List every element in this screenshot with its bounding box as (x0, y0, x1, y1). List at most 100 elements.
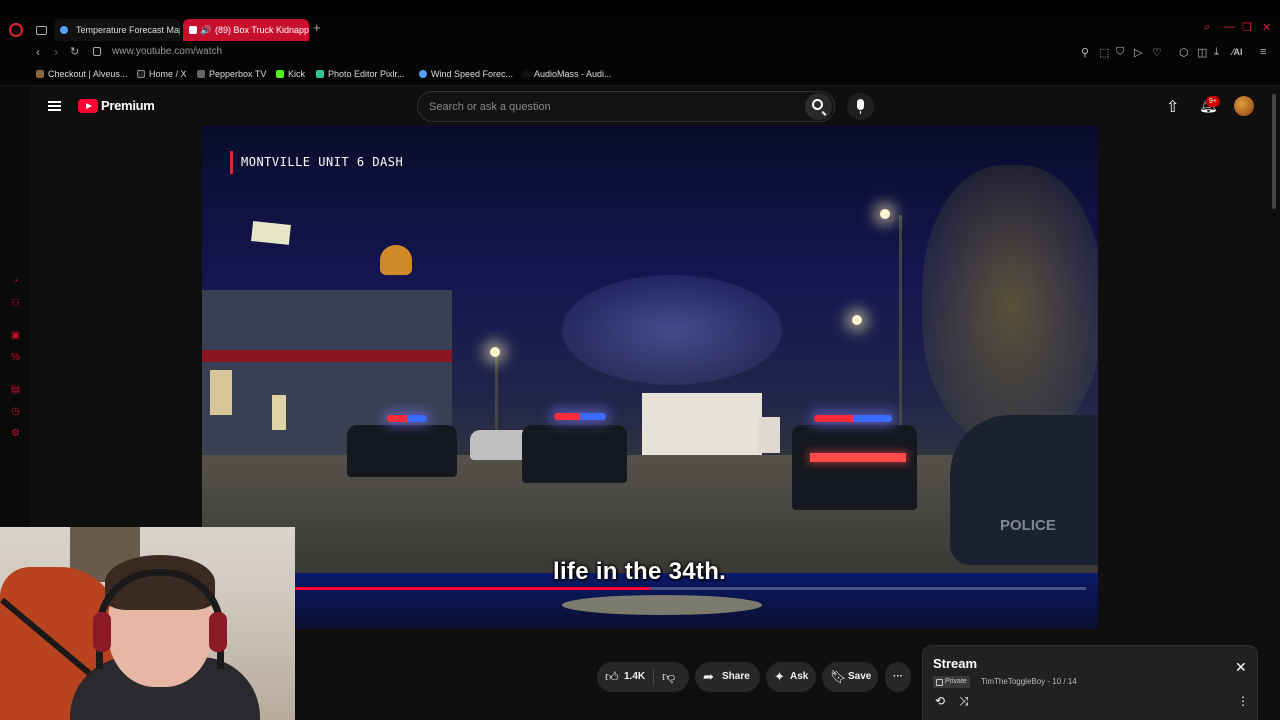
settings-icon[interactable]: ⚙ (10, 428, 21, 439)
save-button[interactable]: 🔖︎ Save (822, 662, 878, 692)
youtube-logo-icon[interactable] (78, 99, 98, 113)
pinboard-icon[interactable]: ▤ (10, 384, 21, 395)
bookmark-item[interactable]: Pepperbox TV (197, 69, 266, 79)
tab-youtube-active[interactable]: 🔊 (89) Box Truck Kidnapp (183, 19, 309, 41)
video-caption: life in the 34th. (553, 558, 727, 585)
weather-favicon-icon (60, 26, 68, 34)
new-tab-button[interactable]: + (313, 20, 321, 35)
twitch-icon[interactable]: ▣ (10, 330, 21, 341)
taillights (810, 453, 906, 462)
share-label: Share (722, 671, 750, 682)
lock-icon[interactable] (93, 47, 101, 56)
opera-icon[interactable] (9, 23, 23, 37)
privacy-badge: Private (933, 676, 970, 688)
headset-cup (93, 612, 111, 652)
loop-icon[interactable]: ⟲ (935, 694, 945, 708)
bookmark-item[interactable]: Photo Editor Pixlr... (316, 69, 405, 79)
notification-badge: 9+ (1206, 96, 1220, 107)
wallet-icon[interactable]: ◫ (1197, 46, 1207, 59)
police-lightbar (387, 415, 427, 422)
like-count[interactable]: 1.4K (624, 662, 645, 692)
menu-icon[interactable] (48, 101, 61, 111)
police-lightbar (814, 415, 892, 422)
sky-glow (562, 275, 782, 385)
tab-overview-icon[interactable] (36, 26, 47, 35)
police-lettering: POLICE (1000, 517, 1056, 534)
bookmark-favicon-icon (36, 70, 44, 78)
bookmark-item[interactable]: Home / X (137, 69, 187, 79)
search-button[interactable] (805, 93, 832, 120)
video-player[interactable]: POLICE MONTVILLE UNIT 6 DASH life in the… (202, 125, 1098, 629)
tab-label: Temperature Forecast Map (76, 25, 180, 35)
easy-setup-icon[interactable]: ≡ (1260, 46, 1266, 58)
upload-icon[interactable]: ⇧ (1166, 97, 1179, 117)
bookmarks-bar: Checkout | Alveus... Home / X Pepperbox … (0, 64, 1280, 86)
divider (653, 669, 654, 685)
red-awning (202, 350, 452, 362)
heart-icon[interactable]: ♡ (1152, 46, 1162, 59)
pin-icon[interactable]: ⚲ (1081, 46, 1089, 59)
play-icon[interactable]: ▷ (1134, 46, 1142, 59)
ask-button[interactable]: ✦ Ask (766, 662, 816, 692)
bookmark-item[interactable]: Checkout | Alveus... (36, 69, 127, 79)
bookmark-favicon-icon (316, 70, 324, 78)
like-icon[interactable]: 👍︎ (605, 662, 619, 692)
more-vert-icon[interactable]: ⋮ (1237, 694, 1249, 708)
bookmark-favicon-icon (197, 70, 205, 78)
back-icon[interactable]: ‹ (36, 45, 40, 59)
headset-cup (209, 612, 227, 652)
x-logo-icon (137, 70, 145, 78)
share-button[interactable]: ➦ Share (695, 662, 760, 692)
close-icon[interactable]: ✕ (1235, 660, 1247, 674)
extensions-icon[interactable]: ⬡ (1179, 46, 1189, 59)
scrollbar-thumb[interactable] (1272, 94, 1276, 209)
avatar[interactable] (1234, 96, 1254, 116)
youtube-premium-label[interactable]: Premium (101, 98, 155, 113)
police-car (792, 425, 917, 510)
restaurant-sign (380, 245, 412, 275)
crypto-icon[interactable]: ⚇ (10, 298, 21, 309)
progress-bar[interactable] (214, 587, 1086, 590)
bookmark-item[interactable]: Wind Speed Forec... (419, 69, 513, 79)
lit-door (272, 395, 286, 430)
dislike-icon[interactable]: 👎︎ (662, 662, 675, 692)
tab-temperature-forecast[interactable]: Temperature Forecast Map (54, 19, 180, 41)
snapshot-icon[interactable]: ⬚ (1099, 46, 1109, 59)
reload-icon[interactable]: ↻ (70, 45, 79, 58)
video-overlay-title: MONTVILLE UNIT 6 DASH (230, 151, 403, 174)
save-label: Save (848, 671, 872, 682)
download-icon[interactable]: ⤓ (1214, 46, 1219, 59)
bookmark-item[interactable]: AudioMass - Audi... (522, 69, 612, 79)
webcam-overlay (0, 527, 295, 720)
police-car-foreground (950, 415, 1098, 565)
percent-icon[interactable]: % (10, 352, 21, 363)
playlist-title[interactable]: Stream (933, 656, 977, 671)
search-tabs-icon[interactable]: ⌕ (1204, 21, 1210, 34)
minimize-button[interactable]: — (1224, 21, 1235, 33)
hood-reflection (562, 595, 762, 615)
screen: Temperature Forecast Map 🔊 (89) Box Truc… (0, 0, 1280, 720)
shuffle-icon[interactable]: ⤨ (959, 694, 969, 709)
close-window-button[interactable]: ✕ (1262, 21, 1271, 34)
more-actions-button[interactable]: ··· (885, 662, 911, 692)
youtube-favicon-icon (189, 26, 197, 34)
restore-button[interactable]: ❐ (1242, 21, 1252, 34)
tab-label: (89) Box Truck Kidnapp (215, 25, 309, 35)
bookmark-item[interactable]: Kick (276, 69, 305, 79)
history-icon[interactable]: ◷ (10, 406, 21, 417)
aria-icon[interactable]: ◔ (10, 276, 21, 287)
url-field[interactable]: www.youtube.com/watch (112, 46, 222, 57)
ai-icon[interactable]: ⁄AI (1232, 47, 1243, 57)
search-input[interactable] (418, 92, 798, 121)
bookmark-icon: 🔖︎ (830, 669, 847, 684)
box-truck (642, 393, 762, 455)
speaker-icon[interactable]: 🔊 (200, 19, 211, 41)
voice-search-button[interactable] (847, 93, 874, 120)
police-car (522, 425, 627, 483)
mic-icon (857, 99, 864, 114)
share-icon: ➦ (703, 669, 714, 684)
search-box[interactable] (417, 91, 835, 122)
forward-icon[interactable]: › (54, 45, 58, 59)
lit-window (210, 370, 232, 415)
shield-icon[interactable]: ⛉ (1116, 46, 1124, 59)
